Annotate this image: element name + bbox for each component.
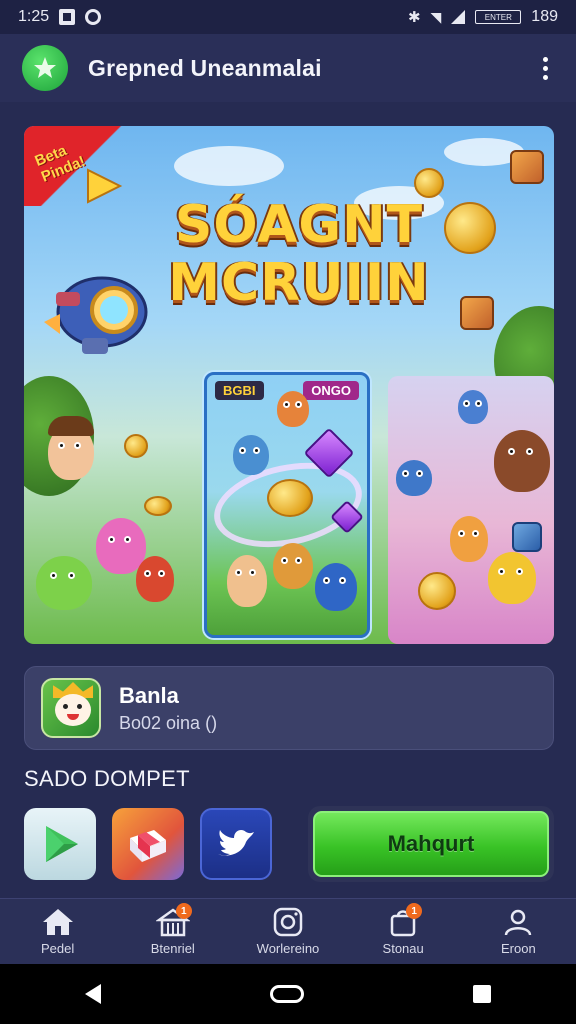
nav-item-eroon[interactable]: Eroon bbox=[468, 907, 568, 956]
status-left: 1:25 bbox=[18, 8, 102, 26]
battery-icon: ENTER bbox=[475, 10, 522, 24]
play-store-icon[interactable] bbox=[24, 808, 96, 880]
bluetooth-icon: ✱ bbox=[407, 9, 421, 26]
character bbox=[48, 416, 94, 480]
nav-item-pedel[interactable]: Pedel bbox=[8, 907, 108, 956]
star-icon bbox=[34, 57, 56, 78]
hero-card: BGBI ONGO bbox=[204, 372, 370, 638]
status-time: 1:25 bbox=[18, 8, 50, 25]
app-title: Grepned Uneanmalai bbox=[88, 54, 322, 81]
nav-label: Pedel bbox=[40, 941, 75, 956]
more-vert-icon[interactable] bbox=[537, 51, 554, 86]
hero-title-line1: SÓAGNT bbox=[174, 195, 424, 255]
home-pill-icon[interactable] bbox=[269, 985, 304, 1003]
character bbox=[458, 390, 488, 424]
main-action-button[interactable]: Mahqurt bbox=[308, 806, 554, 882]
card-label-right: ONGO bbox=[303, 381, 359, 400]
character bbox=[277, 391, 309, 427]
back-icon[interactable] bbox=[84, 984, 101, 1004]
character bbox=[233, 435, 269, 475]
game-text: Banla Bo02 oina () bbox=[119, 683, 217, 734]
profile-icon bbox=[501, 907, 535, 937]
coin bbox=[267, 479, 313, 517]
gift-box-icon bbox=[130, 830, 166, 862]
coin bbox=[414, 168, 444, 198]
nav-label: Worlereino bbox=[256, 941, 320, 956]
character-face-icon bbox=[55, 694, 91, 726]
store-icon: 1 bbox=[155, 903, 192, 937]
instagram-icon bbox=[271, 907, 305, 937]
character bbox=[273, 543, 313, 589]
home-icon bbox=[41, 907, 75, 937]
hero-banner[interactable]: Beta Pinda! SÓAGNT MCRUIIN BGBI ONGO bbox=[24, 126, 554, 644]
hero-panel-right bbox=[388, 376, 554, 644]
nav-label: Eroon bbox=[500, 941, 536, 956]
signal-icon bbox=[451, 10, 466, 24]
character bbox=[315, 563, 357, 611]
character bbox=[136, 556, 174, 602]
hero-title-line2: MCRUIIN bbox=[168, 253, 430, 313]
coin bbox=[444, 202, 496, 254]
app-header: Grepned Uneanmalai bbox=[0, 34, 576, 102]
main-action-label[interactable]: Mahqurt bbox=[313, 811, 549, 877]
nav-label: Btenriel bbox=[150, 941, 195, 956]
bottom-nav: Pedel 1 Btenriel Worlereino 1 Stonau Ero… bbox=[0, 898, 576, 964]
game-info-card[interactable]: Banla Bo02 oina () bbox=[24, 666, 554, 750]
character bbox=[494, 430, 550, 492]
status-clock: 189 bbox=[531, 8, 558, 25]
wifi-icon: ◥ bbox=[430, 8, 442, 25]
yellow-flag-icon bbox=[87, 168, 123, 204]
gift-icon[interactable] bbox=[112, 808, 184, 880]
character bbox=[36, 556, 92, 610]
section-title: SADO DOMPET bbox=[24, 766, 190, 791]
game-name: Banla bbox=[119, 682, 179, 708]
cloud bbox=[174, 146, 284, 186]
notification-icon bbox=[59, 9, 76, 25]
status-bar: 1:25 ✱ ◥ ENTER 189 bbox=[0, 0, 576, 34]
coin bbox=[124, 434, 148, 458]
character bbox=[488, 552, 536, 604]
bird-icon[interactable] bbox=[200, 808, 272, 880]
notification-badge: 1 bbox=[175, 903, 192, 919]
twitter-bird-icon bbox=[218, 830, 254, 856]
sync-icon bbox=[85, 9, 102, 25]
tile bbox=[460, 296, 494, 330]
character bbox=[450, 516, 488, 562]
card-label-left: BGBI bbox=[215, 381, 264, 400]
nav-label: Stonau bbox=[382, 941, 424, 956]
tile bbox=[512, 522, 542, 552]
nav-item-btenriel[interactable]: 1 Btenriel bbox=[123, 903, 223, 956]
coin bbox=[418, 572, 456, 610]
character bbox=[396, 460, 432, 496]
nav-item-stonau[interactable]: 1 Stonau bbox=[353, 903, 453, 956]
coin bbox=[144, 496, 172, 516]
hero-title: SÓAGNT MCRUIIN bbox=[134, 196, 464, 312]
recents-icon[interactable] bbox=[473, 985, 492, 1003]
play-triangle-icon bbox=[46, 826, 78, 862]
system-nav-bar bbox=[0, 964, 576, 1024]
nav-item-worlereino[interactable]: Worlereino bbox=[238, 907, 338, 956]
bag-icon: 1 bbox=[386, 903, 423, 937]
status-right: ✱ ◥ ENTER 189 bbox=[408, 8, 558, 26]
character bbox=[227, 555, 267, 607]
game-icon[interactable] bbox=[41, 678, 101, 738]
tile bbox=[510, 150, 544, 184]
game-subtitle: Bo02 oina () bbox=[119, 712, 218, 733]
app-logo-icon[interactable] bbox=[22, 45, 68, 91]
